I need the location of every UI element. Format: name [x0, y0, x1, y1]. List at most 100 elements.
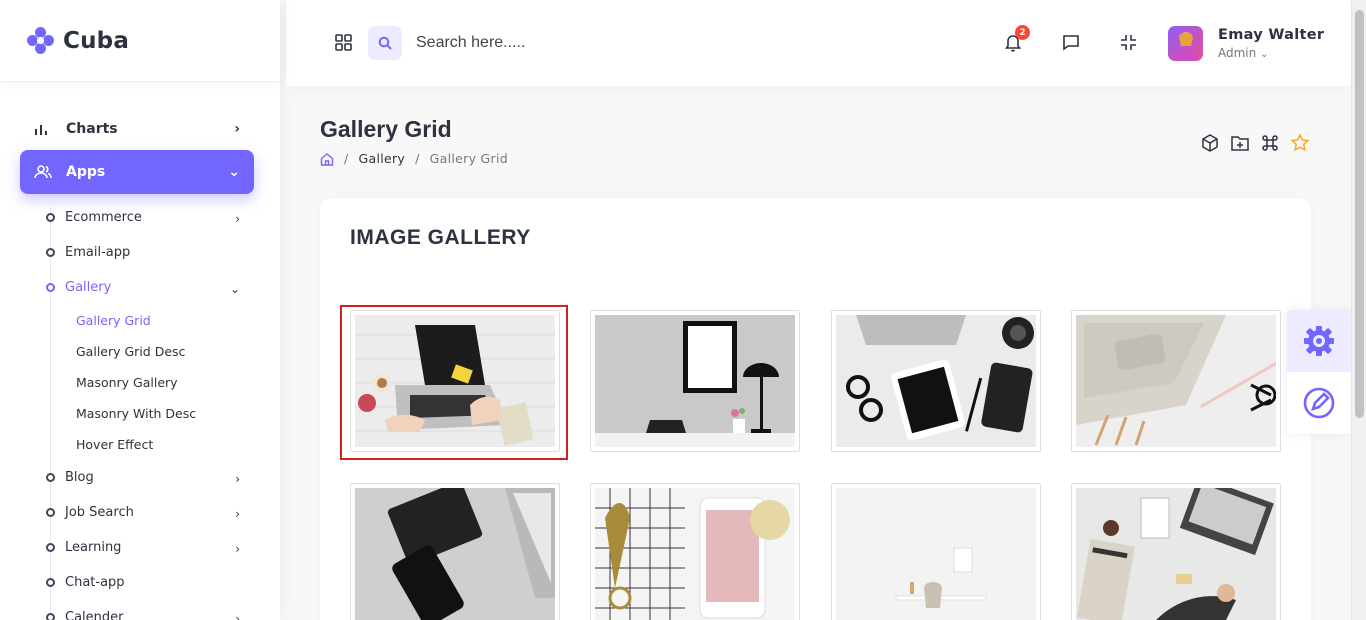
- users-icon: [34, 164, 52, 180]
- user-role-label: Admin: [1218, 46, 1257, 60]
- top-header: 2 Emay Walter Admin ⌄: [286, 0, 1351, 86]
- breadcrumb-gallery[interactable]: Gallery: [359, 151, 406, 166]
- sidebar-item-gallery-grid-desc[interactable]: Gallery Grid Desc: [48, 336, 254, 367]
- folder-plus-icon[interactable]: [1230, 133, 1250, 153]
- sidebar-item-label: Gallery: [65, 280, 112, 295]
- fullscreen-button[interactable]: [1120, 34, 1137, 55]
- sidebar-item-charts[interactable]: Charts ›: [20, 112, 254, 146]
- sidebar-item-label: Blog: [65, 470, 94, 485]
- breadcrumb-separator: /: [415, 151, 420, 166]
- grid-icon[interactable]: [335, 34, 352, 51]
- brand-name: Cuba: [63, 27, 130, 54]
- gallery-photo: [595, 315, 795, 447]
- gallery-photo: [1076, 488, 1276, 620]
- sidebar-item-label: Learning: [65, 540, 122, 555]
- chat-icon: [1063, 35, 1079, 51]
- customizer-panel: [1287, 310, 1351, 434]
- bullet-icon: [46, 613, 55, 620]
- scrollbar-thumb[interactable]: [1355, 10, 1364, 418]
- sidebar-item-label: Job Search: [65, 505, 134, 520]
- gallery-photo: [1076, 315, 1276, 447]
- notification-badge: 2: [1015, 25, 1030, 40]
- sidebar-item-ecommerce[interactable]: Ecommerce ›: [46, 200, 254, 235]
- bullet-icon: [46, 543, 55, 552]
- gallery-photo: [836, 315, 1036, 447]
- sidebar-menu: Charts › Apps ⌄ Ecommerce › Email-app Ga…: [20, 112, 254, 620]
- breadcrumb-current: Gallery Grid: [429, 151, 508, 166]
- sidebar: Cuba Charts › Apps ⌄ Ecommerce › Email-a…: [0, 0, 280, 620]
- gallery-image-2[interactable]: [590, 310, 800, 452]
- sidebar-item-blog[interactable]: Blog ›: [46, 460, 254, 495]
- sidebar-item-apps[interactable]: Apps ⌄: [20, 150, 254, 194]
- pencil-circle-icon: [1303, 387, 1335, 419]
- gear-icon: [1304, 326, 1334, 356]
- sidebar-item-label: Charts: [66, 121, 118, 137]
- sidebar-item-email-app[interactable]: Email-app: [46, 235, 254, 270]
- search-icon: [378, 36, 392, 50]
- search-button[interactable]: [368, 26, 402, 60]
- logo[interactable]: Cuba: [0, 0, 280, 82]
- bullet-icon: [46, 473, 55, 482]
- bullet-icon: [46, 508, 55, 517]
- edit-button[interactable]: [1287, 372, 1351, 434]
- sidebar-item-label: Email-app: [65, 245, 131, 260]
- avatar[interactable]: [1168, 26, 1203, 61]
- breadcrumb-separator: /: [344, 151, 349, 166]
- sidebar-item-label: Chat-app: [65, 575, 125, 590]
- selection-highlight: [340, 305, 568, 460]
- gallery-image-6[interactable]: [590, 483, 800, 620]
- sidebar-item-label: Calender: [65, 610, 124, 620]
- sidebar-item-gallery[interactable]: Gallery ⌄: [46, 270, 254, 305]
- sidebar-item-label: Ecommerce: [65, 210, 142, 225]
- gallery-image-3[interactable]: [831, 310, 1041, 452]
- sidebar-item-masonry-with-desc[interactable]: Masonry With Desc: [48, 398, 254, 429]
- bullet-icon: [46, 213, 55, 222]
- gallery-photo: [595, 488, 795, 620]
- page-title: Gallery Grid: [320, 116, 452, 142]
- card-title: IMAGE GALLERY: [350, 226, 531, 249]
- gallery-image-7[interactable]: [831, 483, 1041, 620]
- notifications-button[interactable]: 2: [1004, 25, 1030, 56]
- minimize-icon: [1121, 35, 1136, 50]
- chevron-down-icon: ⌄: [228, 164, 240, 180]
- bar-chart-icon: [34, 123, 52, 135]
- breadcrumb: / Gallery / Gallery Grid: [320, 151, 508, 166]
- sidebar-item-job-search[interactable]: Job Search ›: [46, 495, 254, 530]
- search-input[interactable]: [416, 28, 716, 58]
- user-name[interactable]: Emay Walter: [1218, 27, 1324, 43]
- chevron-right-icon: ›: [235, 212, 240, 226]
- user-role[interactable]: Admin ⌄: [1218, 46, 1268, 60]
- sidebar-item-masonry-gallery[interactable]: Masonry Gallery: [48, 367, 254, 398]
- bullet-icon: [46, 578, 55, 587]
- scrollbar[interactable]: [1351, 0, 1366, 620]
- sidebar-item-gallery-grid[interactable]: Gallery Grid: [48, 305, 254, 336]
- chevron-down-icon: ⌄: [229, 282, 240, 296]
- bullet-icon: [46, 283, 55, 292]
- sidebar-item-chat-app[interactable]: Chat-app: [46, 565, 254, 600]
- star-icon[interactable]: [1290, 133, 1310, 153]
- apps-submenu: Ecommerce › Email-app Gallery ⌄ Gallery …: [46, 200, 254, 620]
- settings-button[interactable]: [1287, 310, 1351, 372]
- gallery-image-5[interactable]: [350, 483, 560, 620]
- chevron-down-icon: ⌄: [1260, 49, 1269, 60]
- box-icon[interactable]: [1200, 133, 1220, 153]
- chevron-right-icon: ›: [234, 121, 240, 137]
- chevron-right-icon: ›: [235, 472, 240, 486]
- gallery-photo: [836, 488, 1036, 620]
- chevron-right-icon: ›: [235, 612, 240, 620]
- messages-button[interactable]: [1062, 34, 1080, 55]
- page-tools: [1200, 133, 1310, 153]
- gallery-image-4[interactable]: [1071, 310, 1281, 452]
- chevron-right-icon: ›: [235, 507, 240, 521]
- sidebar-item-label: Apps: [66, 164, 106, 180]
- sidebar-item-learning[interactable]: Learning ›: [46, 530, 254, 565]
- home-icon[interactable]: [320, 152, 334, 166]
- gallery-image-8[interactable]: [1071, 483, 1281, 620]
- gallery-photo: [355, 488, 555, 620]
- sidebar-item-hover-effect[interactable]: Hover Effect: [48, 429, 254, 460]
- sidebar-item-calender[interactable]: Calender ›: [46, 600, 254, 620]
- chevron-right-icon: ›: [235, 542, 240, 556]
- bullet-icon: [46, 248, 55, 257]
- command-icon[interactable]: [1260, 133, 1280, 153]
- logo-icon: [27, 27, 54, 54]
